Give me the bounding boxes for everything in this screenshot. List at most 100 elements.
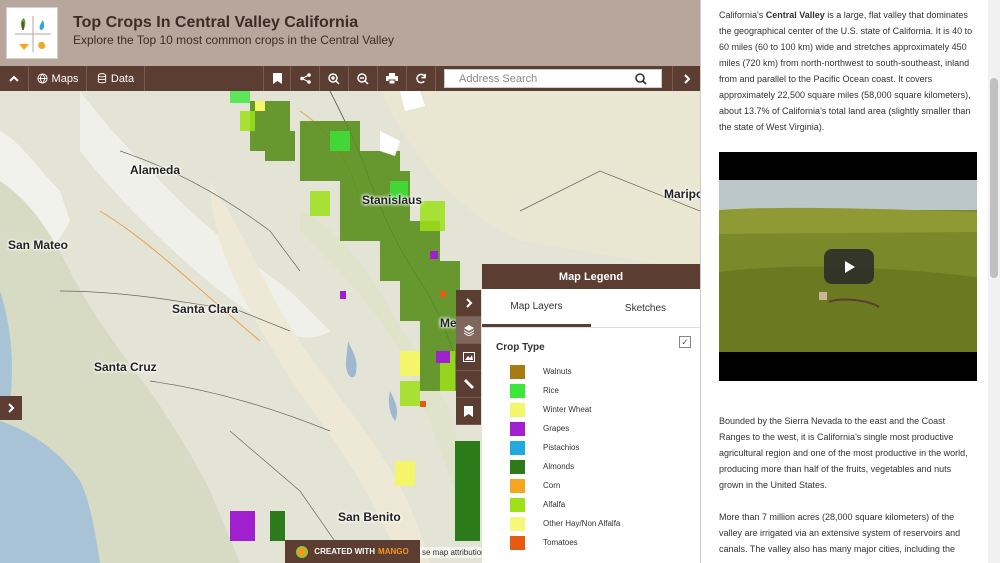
image-icon — [462, 352, 475, 362]
app: Top Crops In Central Valley California E… — [0, 0, 1000, 563]
video-player[interactable] — [719, 152, 977, 381]
database-icon — [97, 73, 106, 84]
legend-item-label: Alfalfa — [543, 500, 566, 509]
legend-item-rice: Rice — [510, 381, 620, 400]
legend-item-label: Corn — [543, 481, 561, 490]
layers-icon — [463, 325, 474, 336]
layers-tab-button[interactable] — [456, 317, 481, 344]
intro-paragraph: California's Central Valley is a large, … — [719, 7, 977, 135]
chevron-right-icon — [683, 73, 690, 84]
search-icon[interactable] — [635, 72, 647, 85]
crop-list: Walnuts Rice Winter Wheat Grapes Pistach… — [510, 362, 620, 552]
legend-item-label: Grapes — [543, 424, 570, 433]
tab-sketches[interactable]: Sketches — [591, 289, 700, 327]
legend-swatch — [510, 402, 525, 417]
maps-label: Maps — [51, 72, 79, 85]
legend-item-winter-wheat: Winter Wheat — [510, 400, 620, 419]
share-button[interactable] — [291, 66, 320, 91]
map-attribution[interactable]: se map attribution — [420, 547, 488, 558]
legend-item-almonds: Almonds — [510, 457, 620, 476]
bookmark-button[interactable] — [263, 66, 291, 91]
legend-item-label: Almonds — [543, 462, 575, 471]
legend-item-alfalfa: Alfalfa — [510, 495, 620, 514]
legend-swatch — [510, 364, 525, 379]
legend-item-label: Walnuts — [543, 367, 572, 376]
legend-item-label: Winter Wheat — [543, 405, 592, 414]
legend-item-label: Other Hay/Non Alfalfa — [543, 519, 621, 528]
place-label: Me — [440, 316, 457, 330]
legend-item-tomatoes: Tomatoes — [510, 533, 620, 552]
open-left-panel-button[interactable] — [0, 396, 22, 420]
zoom-out-button[interactable] — [349, 66, 378, 91]
place-label: Santa Cruz — [94, 360, 157, 374]
chevron-up-icon — [9, 75, 19, 82]
bookmark-icon — [272, 73, 282, 84]
globe-icon — [37, 73, 48, 84]
legend-swatch — [510, 459, 525, 474]
ruler-icon — [463, 379, 474, 389]
legend-swatch — [510, 478, 525, 493]
expand-toolbar-button[interactable] — [672, 66, 700, 91]
crop-type-checkbox[interactable]: ✓ — [679, 336, 691, 348]
legend-item-walnuts: Walnuts — [510, 362, 620, 381]
legend-item-corn: Corn — [510, 476, 620, 495]
print-icon — [386, 73, 398, 84]
legend-item-other-hay: Other Hay/Non Alfalfa — [510, 514, 620, 533]
legend-title: Map Legend — [482, 264, 700, 289]
place-label: San Mateo — [8, 238, 69, 252]
legend-swatch — [510, 516, 525, 531]
legend-swatch — [510, 421, 525, 436]
legend-item-pistachios: Pistachios — [510, 438, 620, 457]
body-paragraph: Bounded by the Sierra Nevada to the east… — [719, 416, 968, 490]
app-logo[interactable] — [6, 7, 58, 59]
basemap-tab-button[interactable] — [456, 344, 481, 371]
badge-prefix: CREATED WITH — [314, 547, 376, 556]
page-title: Top Crops In Central Valley California — [73, 14, 359, 31]
created-with-mango-badge[interactable]: CREATED WITH MANGO — [285, 540, 420, 563]
page-subtitle: Explore the Top 10 most common crops in … — [73, 33, 395, 47]
tab-map-layers[interactable]: Map Layers — [482, 289, 591, 327]
place-label: Maripo — [664, 187, 700, 201]
legend-item-label: Rice — [543, 386, 560, 395]
refresh-icon — [415, 73, 426, 84]
share-icon — [299, 73, 311, 84]
legend-swatch — [510, 497, 525, 512]
panel-scrollbar[interactable] — [988, 0, 1000, 563]
data-button[interactable]: Data — [87, 66, 145, 91]
intro-bold: Central Valley — [765, 10, 825, 20]
intro-post: is a large, flat valley that dominates t… — [719, 10, 973, 132]
crop-type-heading: Crop Type — [496, 342, 545, 353]
body-paragraph: More than 7 million acres (28,000 square… — [719, 512, 961, 554]
refresh-button[interactable] — [407, 66, 436, 91]
place-label: Alameda — [130, 163, 181, 177]
collapse-header-button[interactable] — [0, 66, 29, 91]
collapse-legend-button[interactable] — [456, 290, 481, 317]
info-panel[interactable]: California's Central Valley is a large, … — [700, 0, 1000, 563]
legend-tool-strip — [456, 290, 481, 425]
play-icon — [845, 260, 855, 273]
mango-logo-icon — [296, 545, 309, 558]
legend-item-grapes: Grapes — [510, 419, 620, 438]
badge-brand: MANGO — [378, 547, 409, 556]
place-label: San Benito — [338, 510, 401, 524]
zoom-in-button[interactable] — [320, 66, 349, 91]
bookmarks-tab-button[interactable] — [456, 398, 481, 425]
map-legend: Map Legend Map Layers Sketches Crop Type… — [482, 264, 700, 563]
video-play-button[interactable] — [824, 249, 874, 284]
measure-tab-button[interactable] — [456, 371, 481, 398]
legend-swatch — [510, 383, 525, 398]
intro-pre: California's — [719, 10, 766, 20]
data-label: Data — [110, 72, 135, 85]
zoom-in-icon — [328, 72, 340, 85]
place-label: Santa Clara — [172, 302, 239, 316]
toolbar: Maps Data — [0, 66, 700, 91]
legend-item-label: Tomatoes — [543, 538, 578, 547]
legend-swatch — [510, 535, 525, 550]
bookmark-icon — [464, 405, 473, 417]
scrollbar-thumb[interactable] — [990, 78, 998, 278]
legend-item-label: Pistachios — [543, 443, 580, 452]
maps-button[interactable]: Maps — [29, 66, 87, 91]
print-button[interactable] — [378, 66, 407, 91]
address-search-input[interactable] — [445, 70, 635, 87]
